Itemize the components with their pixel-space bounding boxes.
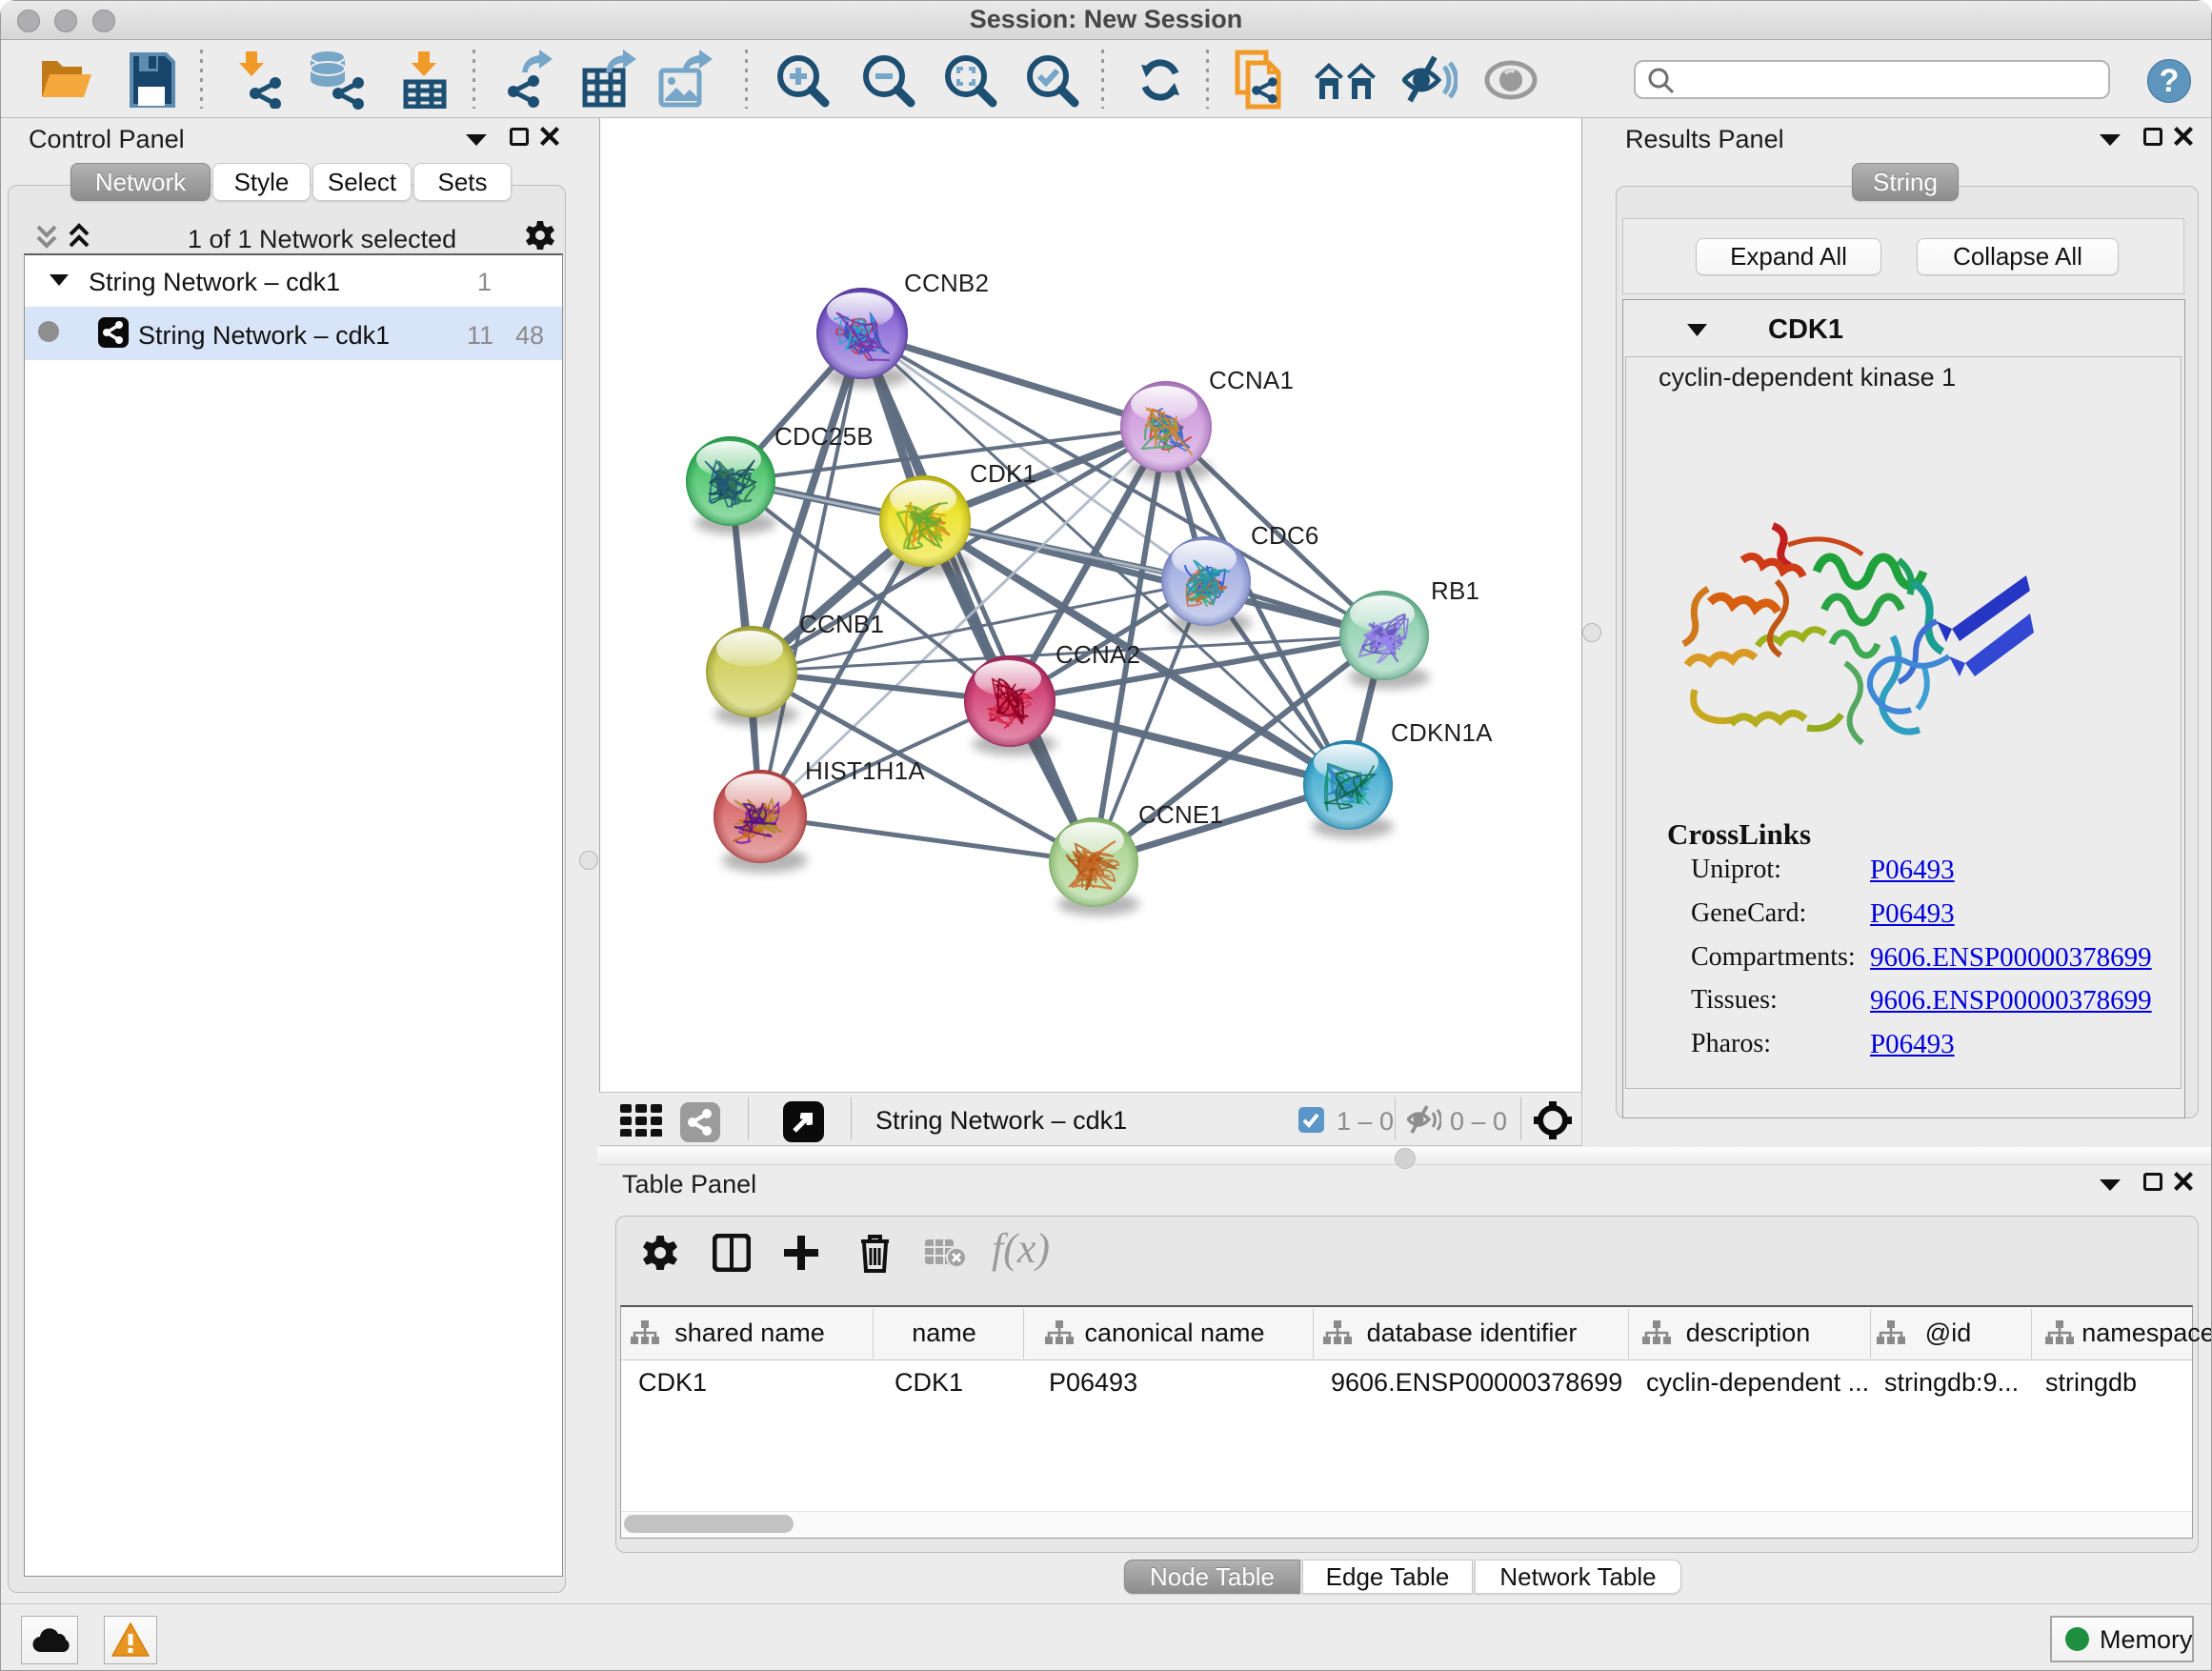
svg-text:CCNB1: CCNB1: [799, 610, 884, 638]
svg-text:HIST1H1A: HIST1H1A: [805, 756, 925, 785]
svg-text:CCNA1: CCNA1: [1209, 366, 1294, 394]
svg-text:CCNB2: CCNB2: [904, 269, 989, 297]
svg-text:CDK1: CDK1: [970, 459, 1036, 488]
svg-text:CDC25B: CDC25B: [774, 422, 874, 451]
svg-text:CCNE1: CCNE1: [1138, 800, 1223, 829]
svg-text:CDKN1A: CDKN1A: [1391, 718, 1493, 747]
svg-text:CDC6: CDC6: [1251, 521, 1319, 550]
svg-text:CCNA2: CCNA2: [1056, 640, 1140, 669]
svg-text:RB1: RB1: [1431, 576, 1479, 605]
